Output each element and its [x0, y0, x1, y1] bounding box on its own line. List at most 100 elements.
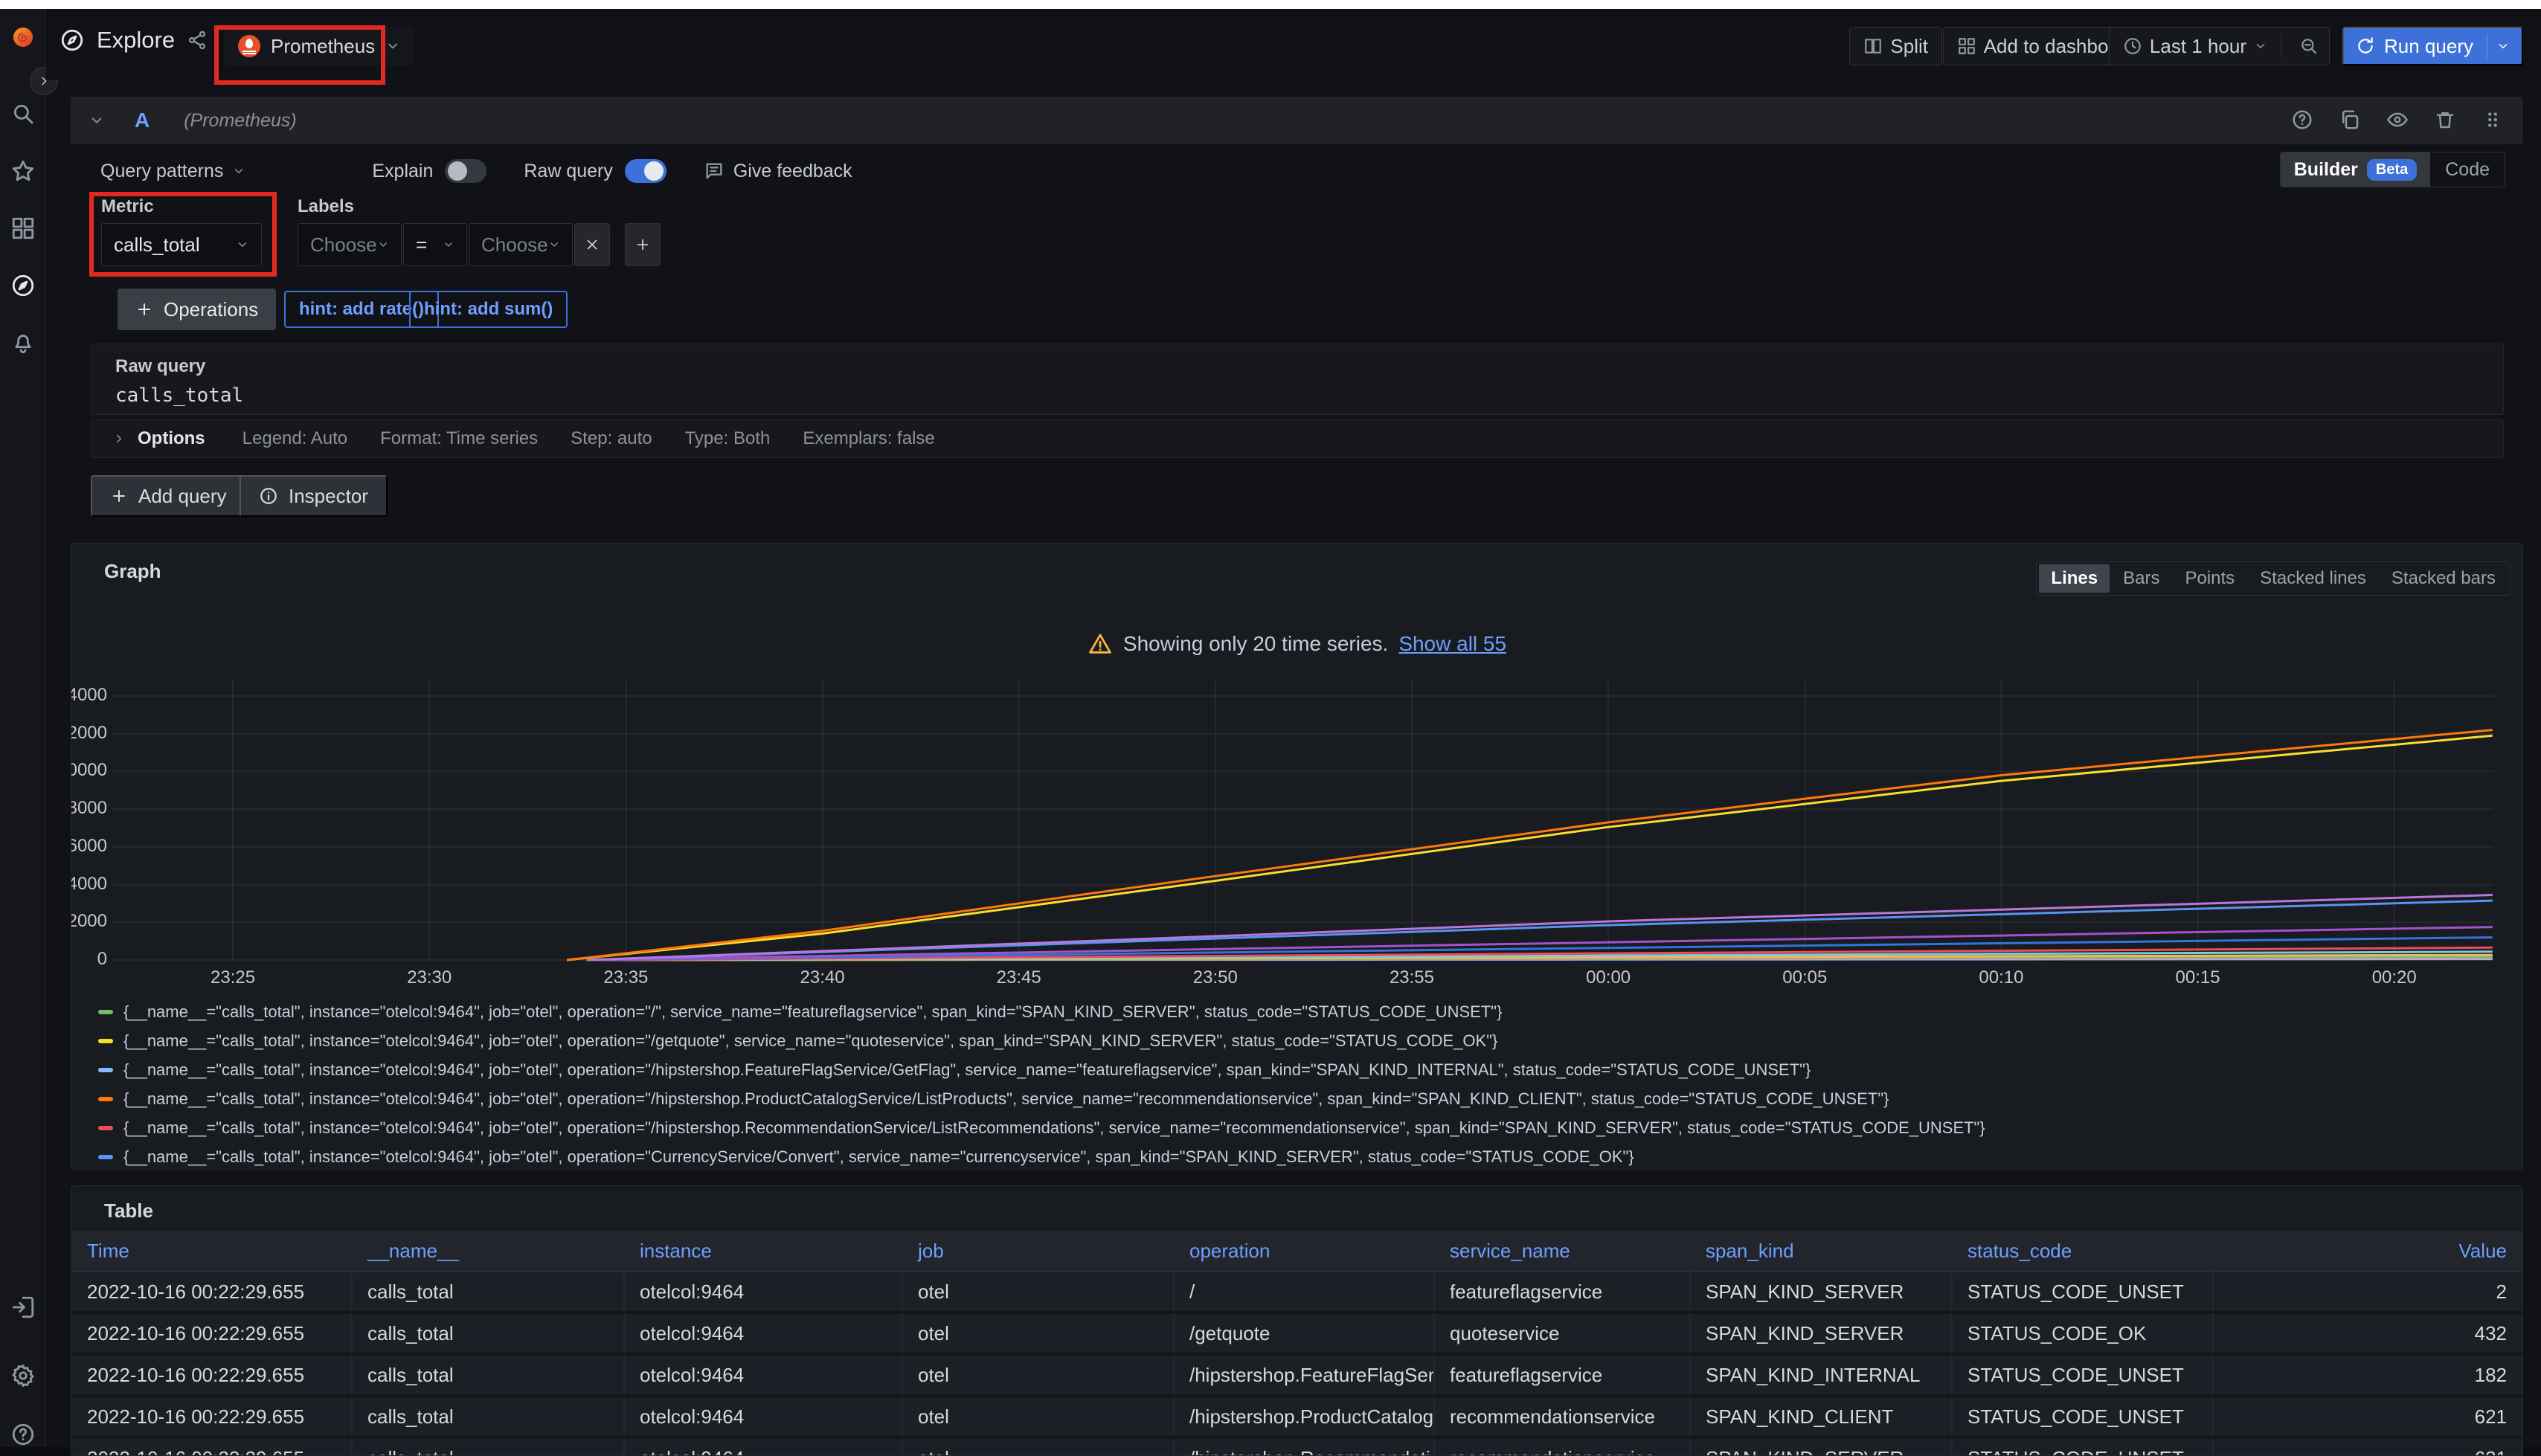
column-header-instance[interactable]: instance: [625, 1231, 903, 1271]
legend-row[interactable]: {__name__="calls_total", instance="otelc…: [98, 1026, 1985, 1055]
alerting-bell-icon[interactable]: [10, 330, 36, 355]
share-icon[interactable]: [187, 30, 208, 51]
eye-icon[interactable]: [2386, 109, 2409, 131]
trash-icon[interactable]: [2434, 109, 2456, 131]
graph-mode-lines[interactable]: Lines: [2039, 564, 2110, 593]
query-row-actions: [2291, 109, 2504, 131]
cell-spankind: SPAN_KIND_SERVER: [1691, 1439, 1953, 1456]
y-axis-tick: 2000: [71, 911, 107, 932]
metric-select[interactable]: calls_total: [101, 223, 262, 266]
copy-icon[interactable]: [2339, 109, 2361, 131]
x-axis-tick: 23:40: [771, 967, 875, 988]
table-header-row: Time__name__instancejoboperationservice_…: [72, 1231, 2523, 1272]
inspector-button[interactable]: Inspector: [240, 475, 388, 517]
graph-mode-stacked-lines[interactable]: Stacked lines: [2248, 564, 2378, 593]
time-range-picker[interactable]: Last 1 hour: [2109, 27, 2330, 65]
starred-icon[interactable]: [10, 158, 36, 184]
datasource-picker[interactable]: Prometheus: [225, 27, 414, 65]
label-name-select[interactable]: Choose: [298, 223, 402, 266]
search-icon[interactable]: [10, 101, 36, 126]
cell-spankind: SPAN_KIND_SERVER: [1691, 1314, 1953, 1353]
column-header-spankind[interactable]: span_kind: [1691, 1231, 1953, 1271]
options-collapsible[interactable]: Options Legend: AutoFormat: Time seriesS…: [91, 419, 2504, 458]
column-header-operation[interactable]: operation: [1175, 1231, 1435, 1271]
cell-instance: otelcol:9464: [625, 1314, 903, 1353]
raw-query-toggle-group: Raw query: [524, 159, 666, 183]
dashboards-icon[interactable]: [10, 216, 36, 241]
cell-name: calls_total: [353, 1397, 625, 1436]
table-panel: Table Time__name__instancejoboperationse…: [71, 1185, 2523, 1456]
graph-mode-stacked-bars[interactable]: Stacked bars: [2380, 564, 2508, 593]
add-query-button[interactable]: Add query: [91, 475, 246, 517]
raw-query-toggle[interactable]: [625, 159, 666, 183]
explore-header: Explore: [60, 27, 208, 54]
run-query-button[interactable]: Run query: [2342, 27, 2523, 65]
chevron-down-icon[interactable]: [2496, 39, 2510, 53]
column-header-servicename[interactable]: service_name: [1435, 1231, 1691, 1271]
chevron-down-icon: [443, 239, 454, 251]
settings-gear-icon[interactable]: [10, 1363, 36, 1388]
label-operator-select[interactable]: =: [403, 223, 467, 266]
query-row-header[interactable]: A (Prometheus): [71, 97, 2523, 144]
cell-value: 621: [2214, 1439, 2523, 1456]
explain-toggle[interactable]: [445, 159, 486, 183]
legend-row[interactable]: {__name__="calls_total", instance="otelc…: [98, 997, 1985, 1026]
page-title: Explore: [97, 27, 175, 54]
column-header-statuscode[interactable]: status_code: [1953, 1231, 2214, 1271]
column-header-job[interactable]: job: [903, 1231, 1175, 1271]
raw-query-expression: calls_total: [115, 384, 243, 407]
add-label-filter-button[interactable]: [625, 223, 661, 266]
help-icon[interactable]: [10, 1422, 36, 1447]
x-axis-tick: 23:55: [1360, 967, 1464, 988]
legend-row[interactable]: {__name__="calls_total", instance="otelc…: [98, 1113, 1985, 1142]
cell-spankind: SPAN_KIND_INTERNAL: [1691, 1356, 1953, 1394]
show-all-series-link[interactable]: Show all 55: [1398, 632, 1506, 656]
explore-compass-icon[interactable]: [10, 273, 36, 298]
cell-instance: otelcol:9464: [625, 1272, 903, 1311]
grafana-logo[interactable]: [10, 24, 36, 49]
chevron-down-icon: [232, 164, 245, 178]
options-summary-item: Step: auto: [571, 428, 652, 449]
legend-swatch: [98, 1155, 113, 1159]
drag-handle-icon[interactable]: [2481, 109, 2504, 131]
warning-triangle-icon: [1088, 631, 1113, 657]
promql-hint-button[interactable]: hint: add sum(): [409, 291, 568, 328]
options-label: Options: [138, 428, 205, 449]
legend-row[interactable]: {__name__="calls_total", instance="otelc…: [98, 1142, 1985, 1170]
cell-job: otel: [903, 1397, 1175, 1436]
legend-swatch: [98, 1039, 113, 1043]
builder-code-switch: Builder Beta Code: [2280, 152, 2505, 187]
cell-instance: otelcol:9464: [625, 1356, 903, 1394]
graph-mode-bars[interactable]: Bars: [2111, 564, 2171, 593]
collapse-chevron-icon[interactable]: [89, 112, 105, 129]
zoom-out-time-button[interactable]: [2289, 28, 2329, 65]
label-operator-value: =: [416, 233, 427, 257]
cell-time: 2022-10-16 00:22:29.655: [72, 1356, 353, 1394]
plus-icon: [635, 236, 651, 253]
query-patterns-label: Query patterns: [100, 161, 223, 182]
legend-series-label: {__name__="calls_total", instance="otelc…: [123, 1031, 1497, 1051]
zoom-out-icon: [2299, 36, 2319, 56]
give-feedback-link[interactable]: Give feedback: [704, 161, 852, 182]
x-axis-tick: 00:00: [1556, 967, 1660, 988]
split-button[interactable]: Split: [1849, 27, 1942, 65]
sign-in-icon[interactable]: [10, 1295, 36, 1320]
table-row: 2022-10-16 00:22:29.655calls_totalotelco…: [72, 1397, 2523, 1439]
legend-row[interactable]: {__name__="calls_total", instance="otelc…: [98, 1084, 1985, 1113]
legend-row[interactable]: {__name__="calls_total", instance="otelc…: [98, 1055, 1985, 1084]
remove-label-filter-button[interactable]: [574, 223, 610, 266]
column-header-value[interactable]: Value: [2214, 1231, 2523, 1271]
help-circle-icon[interactable]: [2291, 109, 2313, 131]
label-value-select[interactable]: Choose: [469, 223, 573, 266]
sidebar: [0, 9, 46, 1447]
code-tab[interactable]: Code: [2430, 159, 2505, 181]
operations-button[interactable]: Operations: [118, 289, 276, 330]
column-header-time[interactable]: Time: [72, 1231, 353, 1271]
explain-label: Explain: [372, 161, 433, 182]
builder-tab[interactable]: Builder Beta: [2281, 152, 2430, 187]
column-header-name[interactable]: __name__: [353, 1231, 625, 1271]
query-patterns-dropdown[interactable]: Query patterns: [100, 161, 245, 182]
time-series-chart[interactable]: [112, 679, 2494, 961]
graph-mode-points[interactable]: Points: [2173, 564, 2246, 593]
cell-instance: otelcol:9464: [625, 1397, 903, 1436]
